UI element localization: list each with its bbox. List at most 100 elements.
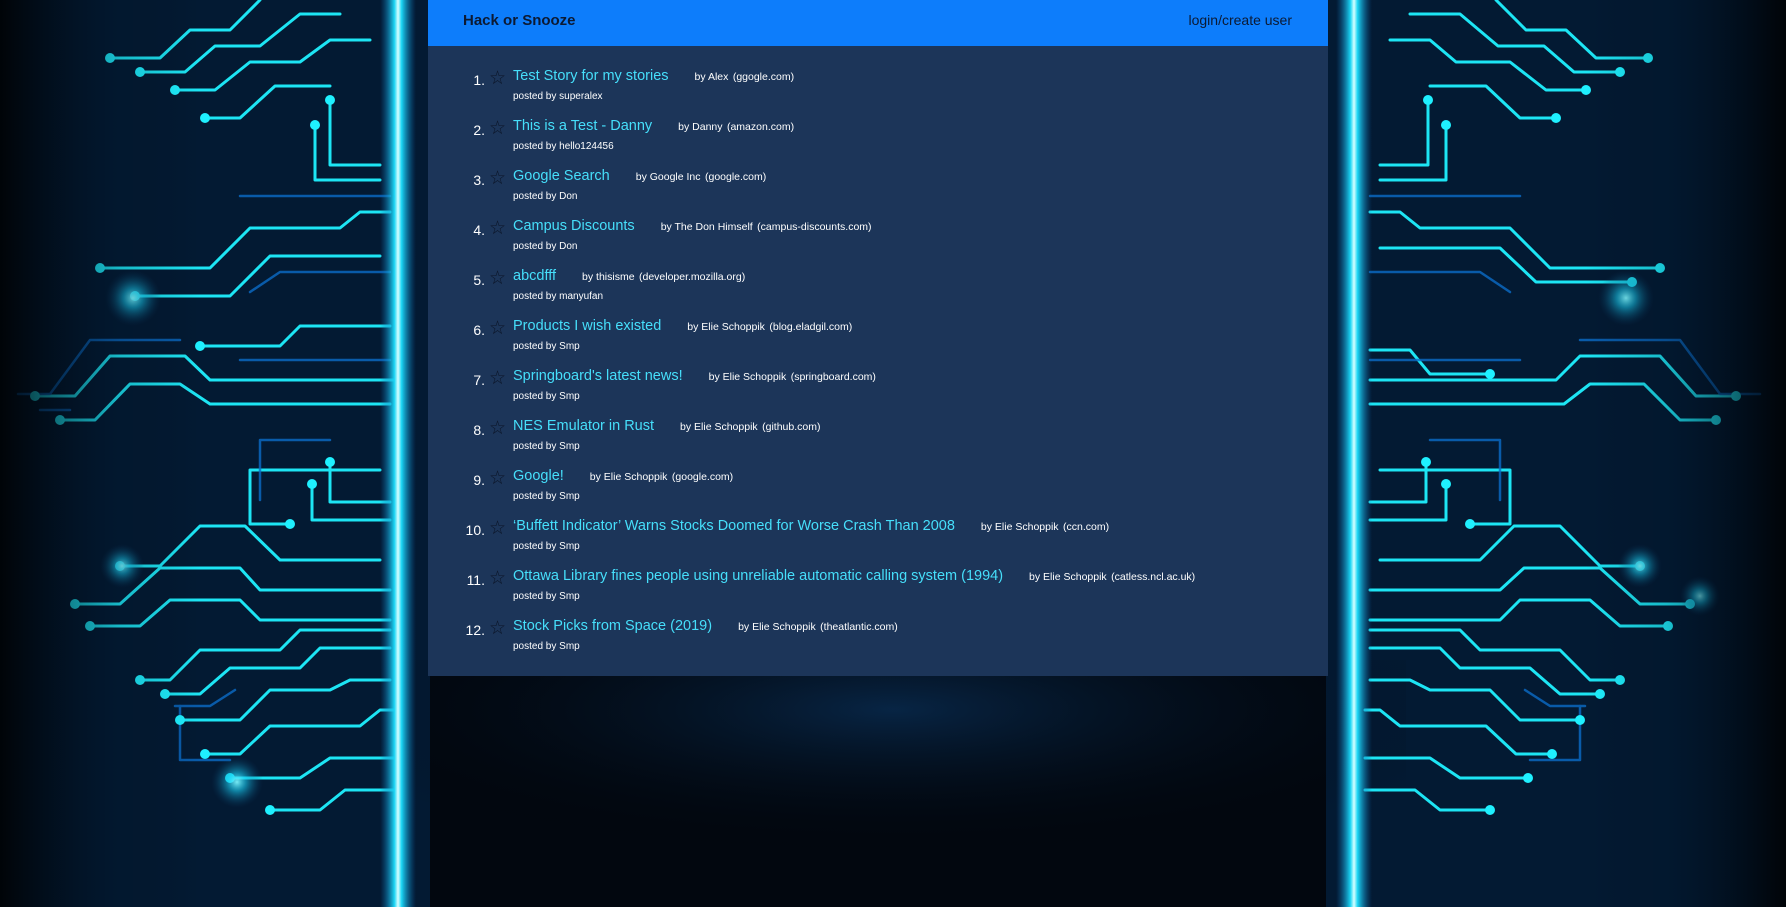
star-outline-icon[interactable]: ☆ (489, 619, 506, 638)
story-number: 4. (473, 222, 485, 238)
story-author: by Danny (678, 121, 723, 133)
story-number: 12. (465, 622, 485, 638)
star-outline-icon[interactable]: ☆ (489, 169, 506, 188)
story-number: 11. (466, 572, 485, 588)
story-link[interactable]: Stock Picks from Space (2019) (513, 618, 712, 634)
story-hostname: (theatlantic.com) (820, 621, 898, 633)
story-item: 4. ☆ Campus Discounts by The Don Himself (c… (428, 217, 1328, 267)
story-item: 6. ☆ Products I wish existed by Elie Schopp… (428, 317, 1328, 367)
story-hostname: (catless.ncl.ac.uk) (1111, 571, 1196, 583)
story-author: by Elie Schoppik (589, 471, 668, 483)
story-posted-by: posted by manyufan (513, 291, 604, 302)
story-number: 8. (473, 422, 485, 438)
star-outline-icon[interactable]: ☆ (489, 319, 506, 338)
story-number: 2. (473, 122, 485, 138)
story-item: 5. ☆ abcdfff by thisisme (developer.mozilla… (428, 267, 1328, 317)
story-link[interactable]: ‘Buffett Indicator’ Warns Stocks Doomed … (513, 518, 955, 534)
story-number: 1. (473, 72, 485, 88)
story-item: 9. ☆ Google! by Elie Schoppik (google.com) p… (428, 467, 1328, 517)
star-outline-icon[interactable]: ☆ (489, 69, 506, 88)
story-link[interactable]: Ottawa Library fines people using unreli… (513, 568, 1003, 584)
story-hostname: (blog.eladgil.com) (769, 321, 853, 333)
star-outline-icon[interactable]: ☆ (489, 369, 506, 388)
story-number: 7. (473, 372, 485, 388)
story-author: by Elie Schoppik (680, 421, 758, 433)
story-author: by Elie Schoppik (738, 621, 816, 633)
story-author: by The Don Himself (660, 221, 753, 233)
story-line: ‘Buffett Indicator’ Warns Stocks Doomed … (513, 517, 1109, 535)
story-posted-by: posted by Smp (513, 591, 580, 602)
story-posted-by: posted by Smp (513, 341, 580, 352)
story-author: by Alex (694, 71, 729, 83)
story-number: 10. (465, 522, 485, 538)
story-hostname: (google.com) (704, 171, 767, 183)
navbar: Hack or Snooze login/create user (428, 0, 1328, 46)
story-line: Campus Discounts by The Don Himself (camp… (513, 217, 872, 235)
story-link[interactable]: Products I wish existed (513, 318, 661, 334)
story-hostname: (amazon.com) (726, 121, 795, 133)
story-line: Products I wish existed by Elie Schoppik … (513, 317, 852, 335)
story-author: by Elie Schoppik (1029, 571, 1107, 583)
story-posted-by: posted by superalex (513, 91, 603, 102)
story-link[interactable]: This is a Test - Danny (513, 118, 652, 134)
story-author: by Google Inc (635, 171, 701, 183)
story-line: abcdfff by thisisme (developer.mozilla.or… (513, 267, 745, 285)
brand-title[interactable]: Hack or Snooze (463, 12, 576, 29)
star-outline-icon[interactable]: ☆ (489, 469, 506, 488)
story-link[interactable]: Google! (513, 468, 564, 484)
story-posted-by: posted by Smp (513, 391, 580, 402)
story-posted-by: posted by Smp (513, 541, 580, 552)
story-link[interactable]: Test Story for my stories (513, 68, 669, 84)
story-line: NES Emulator in Rust by Elie Schoppik (gi… (513, 417, 820, 435)
story-item: 7. ☆ Springboard's latest news! by Elie Sch… (428, 367, 1328, 417)
story-item: 2. ☆ This is a Test - Danny by Danny (amazo… (428, 117, 1328, 167)
star-outline-icon[interactable]: ☆ (489, 269, 506, 288)
story-item: 11. ☆ Ottawa Library fines people using un… (428, 567, 1328, 617)
story-number: 6. (473, 322, 485, 338)
story-number: 3. (473, 172, 485, 188)
story-posted-by: posted by Smp (513, 441, 580, 452)
story-line: Stock Picks from Space (2019) by Elie Sch… (513, 617, 898, 635)
story-line: Google! by Elie Schoppik (google.com) (513, 467, 733, 485)
story-line: Ottawa Library fines people using unreli… (513, 567, 1195, 585)
story-link[interactable]: NES Emulator in Rust (513, 418, 654, 434)
story-author: by Elie Schoppik (980, 521, 1059, 533)
story-posted-by: posted by Smp (513, 641, 580, 652)
story-item: 8. ☆ NES Emulator in Rust by Elie Schoppik … (428, 417, 1328, 467)
story-posted-by: posted by Don (513, 191, 578, 202)
story-hostname: (springboard.com) (790, 371, 876, 383)
star-outline-icon[interactable]: ☆ (489, 219, 506, 238)
story-line: This is a Test - Danny by Danny (amazon.c… (513, 117, 794, 135)
story-posted-by: posted by hello124456 (513, 141, 614, 152)
star-outline-icon[interactable]: ☆ (489, 119, 506, 138)
story-item: 10. ☆ ‘Buffett Indicator’ Warns Stocks Doo… (428, 517, 1328, 567)
story-posted-by: posted by Smp (513, 491, 580, 502)
story-hostname: (campus-discounts.com) (757, 221, 872, 233)
story-hostname: (ggogle.com) (732, 71, 795, 83)
story-author: by Elie Schoppik (708, 371, 787, 383)
story-line: Springboard's latest news! by Elie Schopp… (513, 367, 876, 385)
app-panel: Hack or Snooze login/create user 1. ☆ Test… (428, 0, 1328, 676)
story-hostname: (developer.mozilla.org) (638, 271, 746, 283)
star-outline-icon[interactable]: ☆ (489, 419, 506, 438)
story-item: 3. ☆ Google Search by Google Inc (google.co… (428, 167, 1328, 217)
login-link[interactable]: login/create user (1188, 12, 1292, 28)
star-outline-icon[interactable]: ☆ (489, 519, 506, 538)
story-link[interactable]: Campus Discounts (513, 218, 635, 234)
story-hostname: (github.com) (762, 421, 821, 433)
story-posted-by: posted by Don (513, 241, 578, 252)
story-item: 12. ☆ Stock Picks from Space (2019) by Elie… (428, 617, 1328, 667)
story-hostname: (ccn.com) (1063, 521, 1110, 533)
story-item: 1. ☆ Test Story for my stories by Alex (ggo… (428, 67, 1328, 117)
story-author: by Elie Schoppik (687, 321, 765, 333)
story-author: by thisisme (582, 271, 635, 283)
story-link[interactable]: Springboard's latest news! (513, 368, 683, 384)
story-number: 9. (473, 472, 485, 488)
story-number: 5. (473, 272, 485, 288)
story-hostname: (google.com) (671, 471, 734, 483)
story-line: Google Search by Google Inc (google.com) (513, 167, 766, 185)
story-link[interactable]: abcdfff (513, 268, 556, 284)
story-list: 1. ☆ Test Story for my stories by Alex (ggo… (428, 46, 1328, 667)
star-outline-icon[interactable]: ☆ (489, 569, 506, 588)
story-link[interactable]: Google Search (513, 168, 610, 184)
